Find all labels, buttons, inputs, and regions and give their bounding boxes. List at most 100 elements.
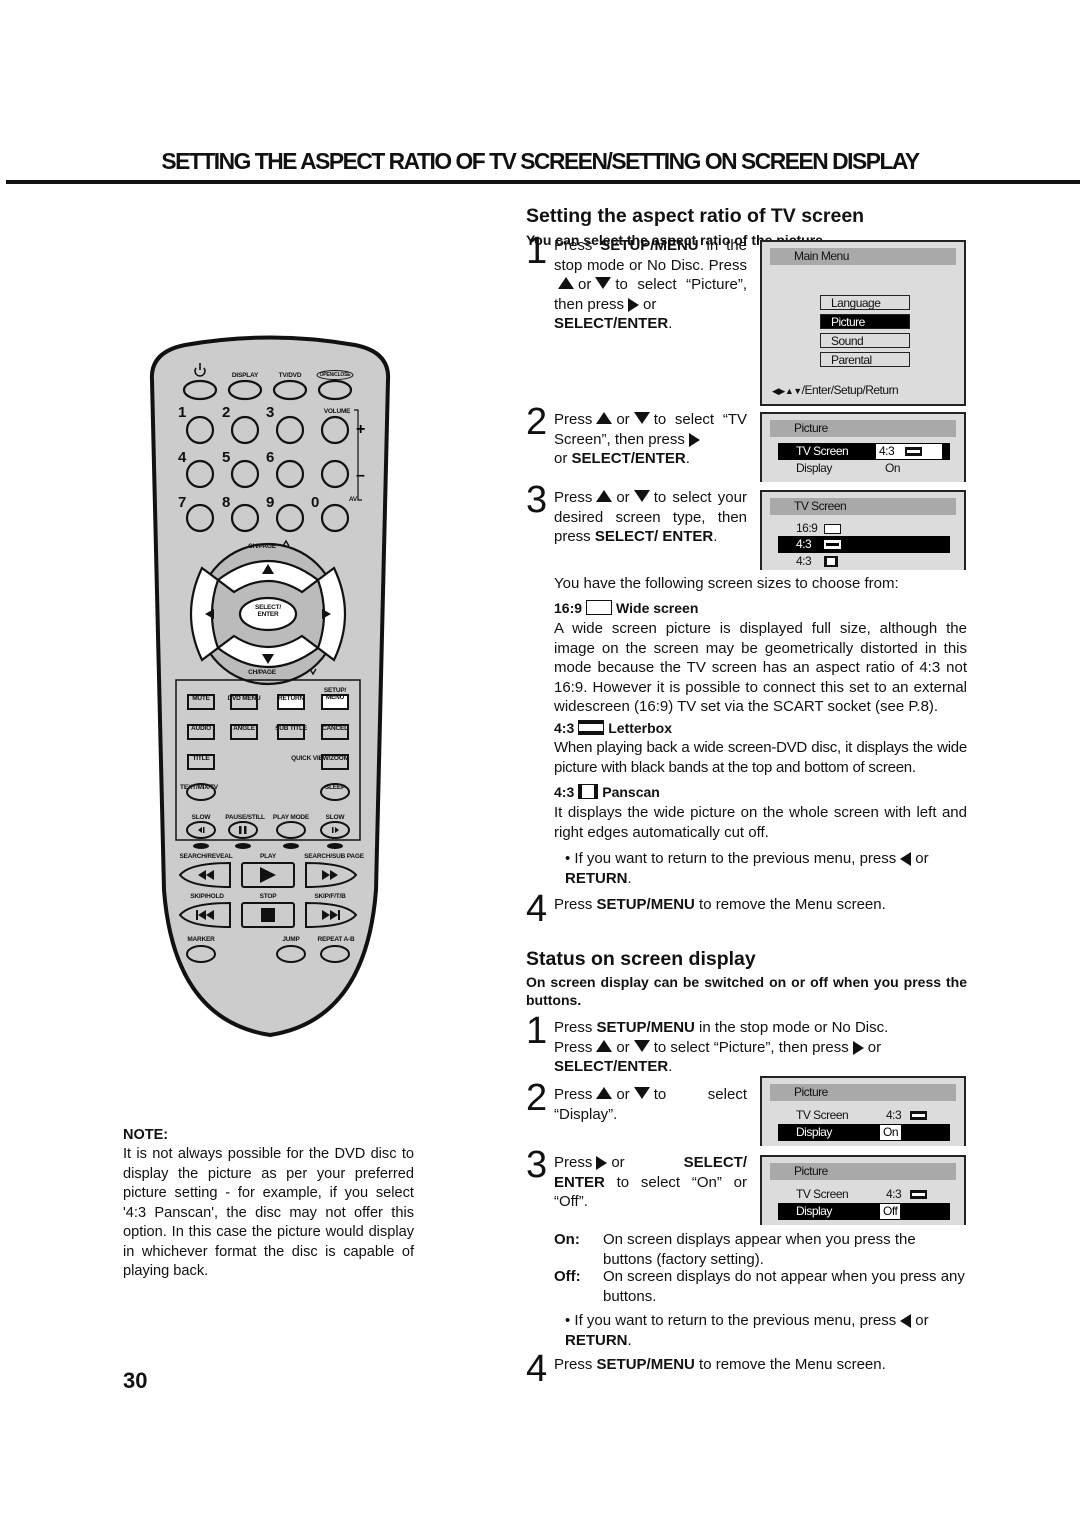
up-arrow-icon (558, 277, 574, 290)
osd-tv-screen-value: 4:3 (876, 444, 942, 459)
remote-label-text-mix-tv: TEXT/MIX/TV (180, 784, 218, 791)
svg-text:–: – (356, 467, 365, 484)
status-step4-text: Press SETUP/MENU to remove the Menu scre… (554, 1356, 886, 1373)
left-arrow-icon (900, 1314, 912, 1329)
remote-label-angle: ANGLE (233, 725, 255, 732)
letterbox-icon (910, 1190, 928, 1200)
osd-row-display[interactable]: Display On (778, 1124, 950, 1141)
option-panscan-title: 4:3 Panscan (554, 784, 660, 800)
option-panscan-desc: It displays the wide picture on the whol… (554, 804, 967, 841)
up-arrow-icon (596, 1039, 613, 1052)
remote-digit-5: 5 (222, 449, 231, 466)
aspect-heading: Setting the aspect ratio of TV screen (526, 205, 865, 227)
remote-label-play-mode: PLAY MODE (272, 814, 310, 821)
page-title: SETTING THE ASPECT RATIO OF TV SCREEN/SE… (161, 148, 920, 174)
osd-row-tv-screen: TV Screen (796, 1108, 849, 1122)
remote-label-sleep: SLEEP (324, 784, 346, 791)
osd-option-letterbox[interactable]: 4:3 (778, 536, 950, 553)
aspect-step2-text: Press or to select “TV Screen”, then press… (554, 411, 747, 467)
panscan-icon (824, 556, 839, 568)
right-arrow-icon (628, 297, 640, 312)
remote-digit-9: 9 (266, 494, 275, 511)
svg-text:+: + (356, 421, 365, 438)
osd-row-tv-screen-value: 4:3 (886, 1186, 928, 1203)
osd-menu-item-language[interactable]: Language (820, 295, 910, 310)
osd-menu-item-parental[interactable]: Parental (820, 352, 910, 367)
remote-label-search-reveal: SEARCH/REVEAL (179, 853, 233, 860)
remote-label-play: PLAY (260, 853, 276, 860)
remote-label-select-enter: SELECT/ ENTER (254, 604, 282, 618)
off-label: Off: (554, 1268, 581, 1285)
status-step2-number: 2 (526, 1077, 548, 1119)
osd-row-tv-screen[interactable]: TV Screen 4:3 (778, 443, 950, 460)
right-arrow-icon (596, 1156, 608, 1171)
aspect-step3-number: 3 (526, 479, 548, 521)
osd-row-tv-screen: TV Screen (796, 1187, 849, 1201)
option-letterbox-desc: When playing back a wide screen-DVD disc… (554, 739, 967, 776)
status-return-bullet: • If you want to return to the previous … (565, 1312, 929, 1349)
osd-main-menu: Main Menu Language Picture Sound Parenta… (760, 240, 966, 406)
status-step3-number: 3 (526, 1144, 548, 1186)
option-widescreen-title: 16:9 Wide screen (554, 600, 699, 616)
down-arrow-icon (633, 1087, 650, 1100)
on-description: On screen displays appear when you press… (603, 1231, 916, 1268)
up-arrow-icon (596, 1087, 613, 1100)
osd-display-off-header: Picture (770, 1163, 956, 1180)
remote-label-chpage-up: CH/PAGE (248, 543, 276, 550)
note-text: It is not always possible for the DVD di… (123, 1146, 414, 1279)
aspect-return-bullet: • If you want to return to the previous … (565, 850, 929, 887)
osd-display-off: Picture TV Screen 4:3 Display Off (760, 1155, 966, 1225)
down-arrow-icon (633, 1039, 650, 1052)
status-step1-text: Press SETUP/MENU in the stop mode or No … (554, 1019, 889, 1075)
stop-icon (261, 908, 275, 922)
remote-label-chpage-down: CH/PAGE (248, 669, 276, 676)
status-heading: Status on screen display (526, 948, 756, 970)
remote-label-audio: AUDIO (191, 725, 211, 732)
option-letterbox-title: 4:3 Letterbox (554, 720, 673, 736)
letterbox-icon (905, 447, 923, 457)
remote-label-volume: VOLUME (323, 408, 351, 415)
remote-control-illustration: + – (149, 335, 391, 1038)
remote-digit-2: 2 (222, 404, 231, 421)
page-number: 30 (123, 1368, 148, 1393)
osd-option-panscan[interactable]: 4:3 (796, 553, 839, 570)
remote-label-dvd-menu: DVD MENU (227, 695, 261, 702)
status-step2-text: Press or to select “Display”. (554, 1086, 747, 1123)
osd-display-on: Picture TV Screen 4:3 Display On (760, 1076, 966, 1146)
osd-menu-item-sound[interactable]: Sound (820, 333, 910, 348)
osd-row-display[interactable]: Display Off (778, 1203, 950, 1220)
remote-label-setup-menu: SETUP/ MENU (323, 687, 347, 701)
remote-label-openclose: OPEN/CLOSE (319, 372, 351, 378)
remote-digit-7: 7 (178, 494, 187, 511)
remote-label-skip-hold: SKIP/HOLD (190, 893, 224, 900)
widescreen-icon (586, 600, 613, 615)
aspect-step2-number: 2 (526, 401, 548, 443)
osd-display-value: Off (880, 1204, 901, 1219)
remote-digit-3: 3 (266, 404, 275, 421)
panscan-icon (578, 784, 599, 799)
remote-label-slow-fwd: SLOW (325, 814, 345, 821)
remote-label-repeat-ab: REPEAT A-B (317, 936, 355, 943)
osd-menu-item-picture[interactable]: Picture (820, 314, 910, 329)
status-step3-text: Press or SELECT/ ENTER to select “On” or … (554, 1154, 747, 1210)
osd-tv-screen-menu: TV Screen 16:9 4:3 4:3 (760, 490, 966, 570)
status-subheading: On screen display can be switched on or … (526, 974, 967, 1008)
widescreen-icon (824, 523, 842, 534)
osd-picture-menu: Picture TV Screen 4:3 Display On (760, 412, 966, 482)
status-step4-number: 4 (526, 1348, 548, 1390)
remote-label-av: AV (348, 496, 358, 503)
note-label: NOTE: (123, 1127, 169, 1143)
osd-option-wide[interactable]: 16:9 (796, 520, 842, 537)
aspect-step1-text: Press SETUP/MENU in the stop mode or No … (554, 237, 748, 332)
remote-label-skip-ftb: SKIP/F/T/B (314, 893, 346, 900)
aspect-step4-number: 4 (526, 888, 548, 930)
remote-label-search-subpage: SEARCH/SUB PAGE (304, 853, 364, 860)
remote-digit-6: 6 (266, 449, 275, 466)
up-arrow-icon (596, 490, 613, 503)
off-description: On screen displays do not appear when yo… (603, 1268, 965, 1305)
remote-digit-4: 4 (178, 449, 187, 466)
down-arrow-icon (633, 412, 650, 425)
letterbox-icon (578, 720, 605, 735)
osd-row-tv-screen-value: 4:3 (886, 1107, 928, 1124)
remote-label-mute: MUTE (192, 695, 210, 702)
